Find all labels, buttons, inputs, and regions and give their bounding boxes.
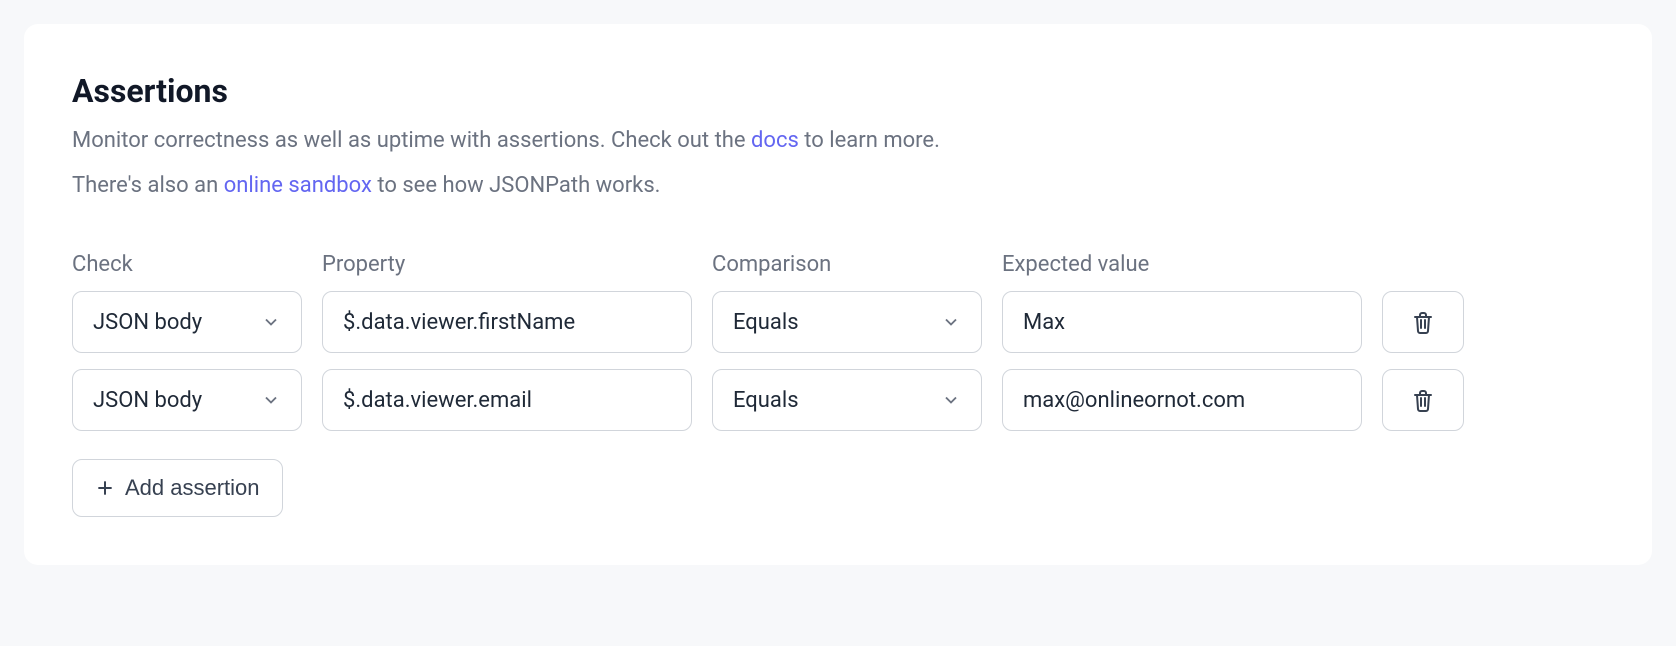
assertion-row: JSON body Equals (72, 291, 1604, 353)
delete-assertion-button[interactable] (1382, 369, 1464, 431)
add-assertion-button[interactable]: Add assertion (72, 459, 283, 517)
plus-icon (95, 478, 115, 498)
assertions-card: Assertions Monitor correctness as well a… (24, 24, 1652, 565)
expected-input-wrap (1002, 291, 1362, 353)
comparison-select[interactable]: Equals (712, 369, 982, 431)
header-compare: Comparison (712, 252, 982, 277)
add-assertion-label: Add assertion (125, 475, 260, 501)
desc1-post: to learn more. (799, 128, 940, 153)
expected-input[interactable] (1023, 388, 1341, 413)
desc1-pre: Monitor correctness as well as uptime wi… (72, 128, 751, 153)
chevron-down-icon (941, 390, 961, 410)
chevron-down-icon (941, 312, 961, 332)
chevron-down-icon (261, 390, 281, 410)
desc2-post: to see how JSONPath works. (372, 173, 661, 198)
section-description-1: Monitor correctness as well as uptime wi… (72, 124, 1604, 157)
header-check: Check (72, 252, 302, 277)
assertion-row: JSON body Equals (72, 369, 1604, 431)
sandbox-link[interactable]: online sandbox (224, 173, 372, 198)
header-delete-spacer (1382, 252, 1464, 277)
comparison-select-value: Equals (733, 310, 799, 335)
trash-icon (1411, 386, 1435, 414)
column-headers: Check Property Comparison Expected value (72, 252, 1604, 277)
check-select-value: JSON body (93, 388, 202, 413)
property-input-wrap (322, 369, 692, 431)
docs-link[interactable]: docs (751, 128, 799, 153)
header-expected: Expected value (1002, 252, 1362, 277)
chevron-down-icon (261, 312, 281, 332)
delete-assertion-button[interactable] (1382, 291, 1464, 353)
check-select-value: JSON body (93, 310, 202, 335)
property-input-wrap (322, 291, 692, 353)
desc2-pre: There's also an (72, 173, 224, 198)
property-input[interactable] (343, 388, 671, 413)
comparison-select-value: Equals (733, 388, 799, 413)
expected-input-wrap (1002, 369, 1362, 431)
check-select[interactable]: JSON body (72, 291, 302, 353)
expected-input[interactable] (1023, 310, 1341, 335)
trash-icon (1411, 308, 1435, 336)
section-description-2: There's also an online sandbox to see ho… (72, 169, 1604, 202)
comparison-select[interactable]: Equals (712, 291, 982, 353)
check-select[interactable]: JSON body (72, 369, 302, 431)
header-property: Property (322, 252, 692, 277)
property-input[interactable] (343, 310, 671, 335)
section-title: Assertions (72, 72, 1604, 110)
